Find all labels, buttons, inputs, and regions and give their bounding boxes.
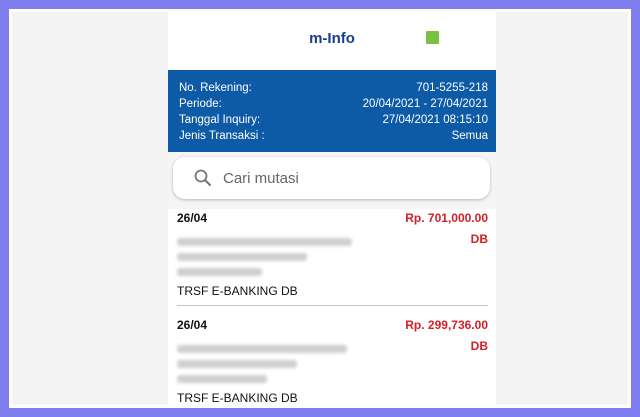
transaction-item[interactable]: 26/04 Rp. 299,736.00 DB TRSF E-BANKING D… — [168, 316, 496, 405]
search-placeholder: Cari mutasi — [223, 169, 299, 187]
info-label: No. Rekening: — [179, 82, 252, 94]
redacted-line — [177, 360, 297, 368]
transaction-amount: Rp. 299,736.00 — [405, 318, 488, 332]
info-label: Jenis Transaksi : — [179, 130, 265, 142]
transaction-date: 26/04 — [177, 318, 208, 332]
transaction-header: 26/04 Rp. 701,000.00 — [168, 209, 496, 231]
search-icon — [193, 168, 213, 188]
transaction-type: DB — [470, 339, 488, 353]
search-input[interactable]: Cari mutasi — [173, 157, 490, 199]
status-indicator-icon — [426, 31, 439, 44]
redacted-details — [177, 231, 357, 281]
info-label: Periode: — [179, 98, 222, 110]
info-value: 701-5255-218 — [416, 82, 488, 94]
transaction-description: TRSF E-BANKING DB — [177, 284, 298, 298]
redacted-line — [177, 375, 267, 383]
info-value: 27/04/2021 08:15:10 — [382, 114, 488, 126]
screenshot-frame: m-Info No. Rekening: 701-5255-218 Period… — [9, 9, 631, 408]
account-info-panel: No. Rekening: 701-5255-218 Periode: 20/0… — [168, 70, 496, 152]
redacted-line — [177, 268, 262, 276]
transaction-date: 26/04 — [177, 211, 208, 225]
info-value: Semua — [451, 130, 488, 142]
info-label: Tanggal Inquiry: — [179, 114, 261, 126]
info-row-period: Periode: 20/04/2021 - 27/04/2021 — [179, 96, 488, 112]
info-row-inquiry-date: Tanggal Inquiry: 27/04/2021 08:15:10 — [179, 112, 488, 128]
app-title: m-Info — [309, 30, 355, 47]
redacted-line — [177, 253, 307, 261]
background-left — [12, 12, 168, 405]
info-row-account: No. Rekening: 701-5255-218 — [179, 80, 488, 96]
app-header: m-Info — [168, 12, 496, 70]
transaction-header: 26/04 Rp. 299,736.00 — [168, 316, 496, 338]
divider — [177, 305, 488, 306]
transaction-amount: Rp. 701,000.00 — [405, 211, 488, 225]
transaction-type: DB — [470, 232, 488, 246]
search-area: Cari mutasi — [168, 152, 496, 209]
transaction-item[interactable]: 26/04 Rp. 701,000.00 DB TRSF E-BANKING D… — [168, 209, 496, 306]
background-right — [502, 12, 628, 405]
transaction-description: TRSF E-BANKING DB — [177, 391, 298, 405]
redacted-line — [177, 345, 347, 353]
phone-screen: m-Info No. Rekening: 701-5255-218 Period… — [168, 12, 496, 405]
redacted-line — [177, 238, 352, 246]
info-row-transaction-type: Jenis Transaksi : Semua — [179, 128, 488, 144]
info-value: 20/04/2021 - 27/04/2021 — [362, 98, 488, 110]
redacted-details — [177, 338, 357, 388]
